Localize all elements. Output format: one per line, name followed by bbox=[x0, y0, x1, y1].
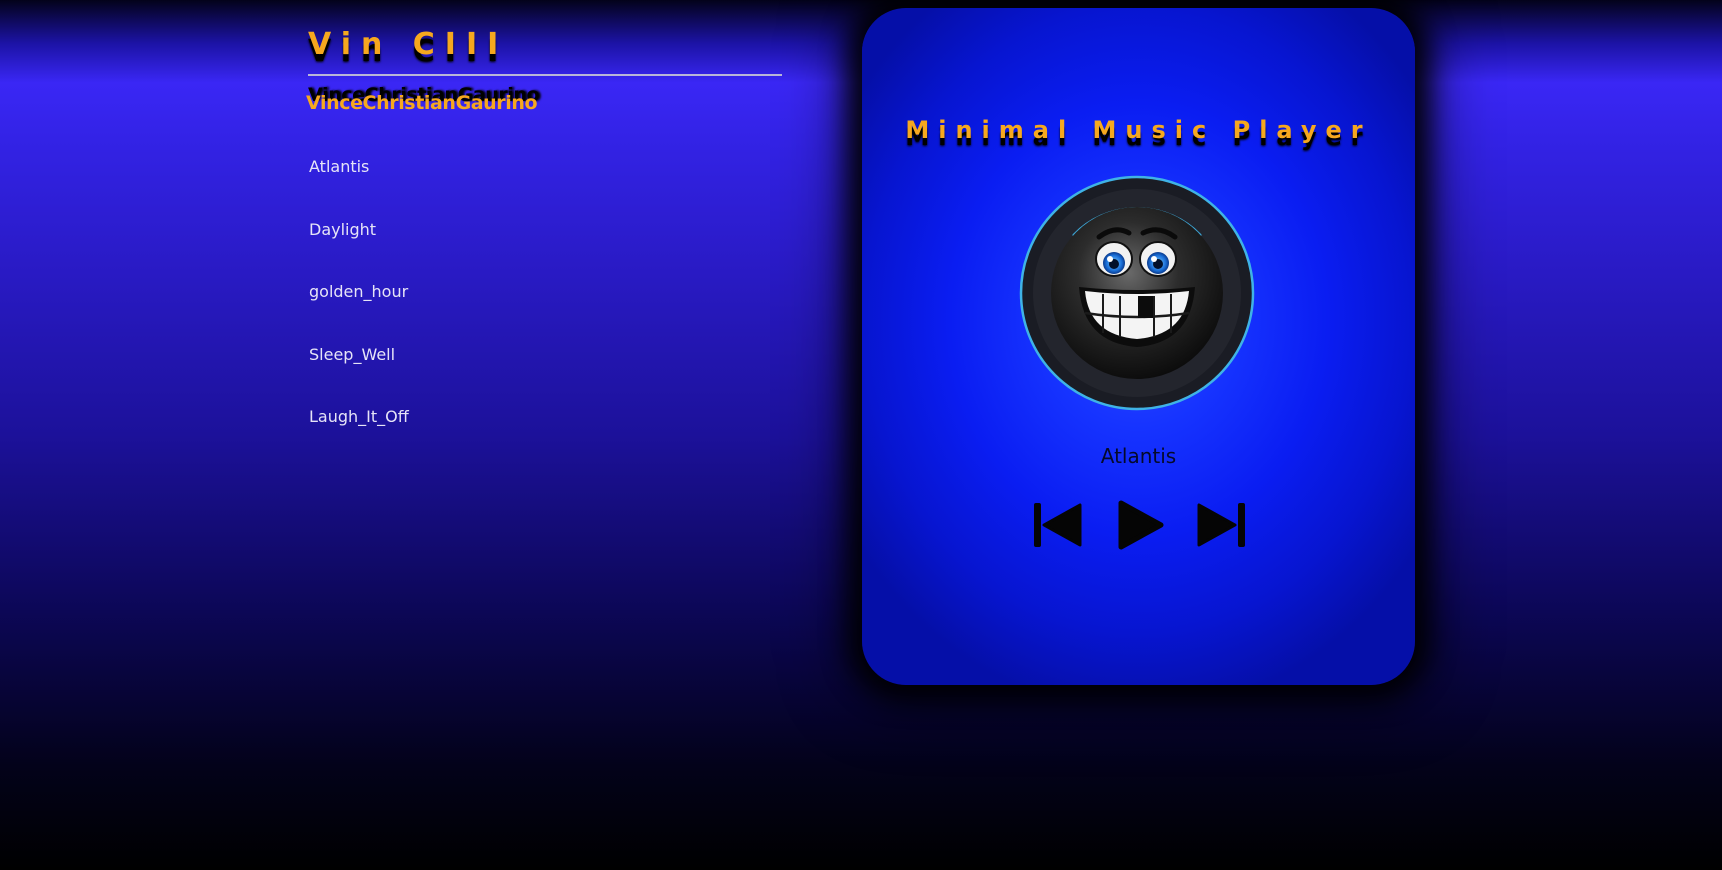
skip-next-icon bbox=[1197, 503, 1245, 547]
brand-title: Vin CIII bbox=[308, 27, 509, 62]
playback-controls bbox=[862, 497, 1415, 553]
playlist-item-sleep-well[interactable]: Sleep_Well bbox=[309, 345, 409, 409]
author-name: VinceChristianGaurino bbox=[306, 92, 538, 114]
brand-divider bbox=[308, 74, 782, 76]
play-button[interactable] bbox=[1111, 497, 1167, 553]
playlist: Atlantis Daylight golden_hour Sleep_Well… bbox=[309, 158, 409, 471]
next-button[interactable] bbox=[1193, 497, 1249, 553]
current-track-title: Atlantis bbox=[1100, 444, 1177, 468]
player-title: Minimal Music Player bbox=[905, 116, 1372, 144]
playlist-item-laugh-it-off[interactable]: Laugh_It_Off bbox=[309, 408, 409, 471]
playlist-item-golden-hour[interactable]: golden_hour bbox=[309, 283, 409, 346]
music-player-card: Minimal Music Player Atlantis bbox=[862, 8, 1415, 685]
previous-button[interactable] bbox=[1030, 497, 1086, 553]
playlist-item-atlantis[interactable]: Atlantis bbox=[309, 158, 409, 221]
skip-previous-icon bbox=[1034, 503, 1082, 547]
play-icon bbox=[1118, 500, 1164, 550]
album-art bbox=[1019, 175, 1255, 411]
album-art-disc bbox=[1019, 175, 1255, 411]
playlist-item-daylight[interactable]: Daylight bbox=[309, 220, 409, 284]
grinning-face-icon bbox=[1051, 207, 1223, 379]
